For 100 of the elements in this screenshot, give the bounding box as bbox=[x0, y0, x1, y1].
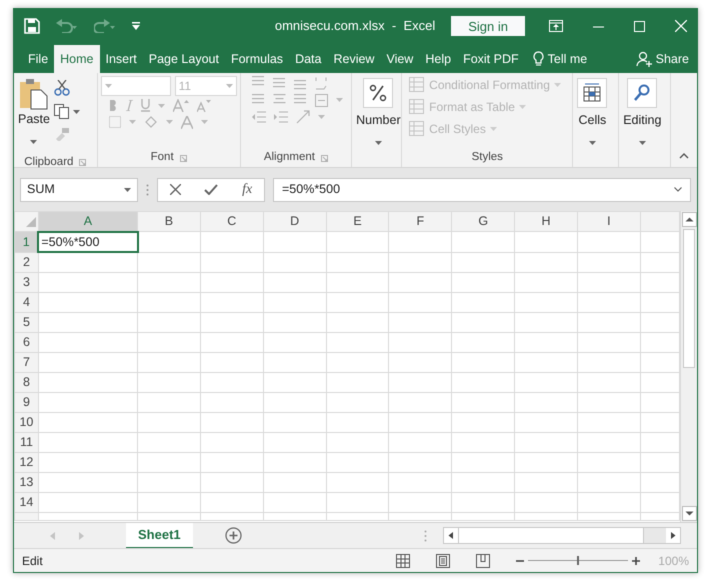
status-mode: Edit bbox=[22, 552, 43, 570]
dialog-launcher-icon[interactable] bbox=[79, 158, 86, 166]
dialog-launcher-icon[interactable] bbox=[180, 154, 187, 162]
ribbon-tab[interactable]: Review bbox=[327, 45, 380, 73]
scrollbar-thumb[interactable] bbox=[683, 229, 695, 368]
cancel-icon[interactable] bbox=[170, 184, 181, 195]
italic-icon[interactable] bbox=[126, 100, 133, 111]
new-sheet-icon[interactable] bbox=[224, 527, 242, 544]
column-header[interactable]: E bbox=[326, 212, 389, 232]
scroll-down-icon[interactable] bbox=[681, 505, 697, 522]
row-header[interactable]: 7 bbox=[14, 352, 38, 372]
drag-handle-icon[interactable] bbox=[424, 530, 427, 542]
sign-in-button[interactable]: Sign in bbox=[451, 16, 525, 36]
caret-icon bbox=[490, 127, 497, 131]
ribbon-tab[interactable]: Page Layout bbox=[142, 45, 225, 73]
table-icon bbox=[582, 83, 602, 103]
column-header[interactable]: A bbox=[38, 212, 138, 232]
row-header[interactable]: 10 bbox=[14, 412, 38, 432]
close-icon[interactable] bbox=[675, 20, 687, 32]
horizontal-scrollbar[interactable] bbox=[443, 527, 681, 544]
row-header[interactable]: 4 bbox=[14, 292, 38, 312]
column-header[interactable]: G bbox=[452, 212, 515, 232]
cells-button[interactable]: Cells bbox=[576, 76, 608, 154]
row-header[interactable]: 8 bbox=[14, 372, 38, 392]
ribbon-display-icon[interactable] bbox=[549, 20, 563, 32]
formula-field[interactable]: =50%*500 bbox=[273, 178, 691, 202]
column-header[interactable]: D bbox=[263, 212, 326, 232]
caret-icon bbox=[336, 98, 343, 102]
insert-function-button[interactable]: fx bbox=[242, 179, 252, 200]
caret-icon bbox=[124, 188, 131, 192]
customize-icon[interactable] bbox=[132, 22, 140, 30]
zoom-in-icon[interactable] bbox=[632, 556, 640, 564]
slider-thumb[interactable] bbox=[577, 556, 580, 565]
caret-icon bbox=[554, 83, 561, 87]
page-break-view-icon[interactable] bbox=[476, 554, 490, 568]
window-title: omnisecu.com.xlsx - Excel bbox=[274, 17, 436, 36]
scroll-up-icon[interactable] bbox=[681, 211, 697, 228]
maximize-icon[interactable] bbox=[634, 20, 645, 32]
select-all-icon[interactable] bbox=[26, 217, 36, 228]
name-box[interactable]: SUM bbox=[20, 178, 138, 202]
number-button[interactable]: Number bbox=[355, 76, 402, 154]
column-header[interactable]: C bbox=[200, 212, 264, 232]
font-name-field[interactable] bbox=[100, 76, 171, 96]
previous-sheet-icon[interactable] bbox=[50, 532, 55, 540]
paste-button[interactable]: Paste bbox=[17, 76, 51, 154]
table-cell[interactable]: =50%*500 bbox=[38, 232, 138, 252]
ribbon-tab[interactable]: Help bbox=[419, 45, 458, 73]
bold-icon[interactable] bbox=[108, 100, 118, 111]
scroll-right-icon[interactable] bbox=[666, 528, 680, 543]
table-style-icon bbox=[409, 121, 426, 137]
scissors-icon[interactable] bbox=[54, 80, 70, 96]
row-header[interactable]: 3 bbox=[14, 272, 38, 292]
ribbon-tab[interactable]: Home bbox=[54, 45, 100, 73]
checkmark-icon[interactable] bbox=[204, 184, 218, 195]
grow-font-icon[interactable] bbox=[172, 99, 189, 112]
copy-icon[interactable] bbox=[54, 104, 69, 119]
ribbon-tab[interactable]: Insert bbox=[100, 45, 143, 73]
row-header[interactable]: 11 bbox=[14, 432, 38, 452]
next-sheet-icon[interactable] bbox=[79, 532, 84, 540]
table-style-icon bbox=[409, 99, 426, 115]
row-header[interactable]: 5 bbox=[14, 312, 38, 332]
expand-icon[interactable] bbox=[674, 187, 682, 192]
borders-icon[interactable] bbox=[108, 116, 121, 128]
row-header[interactable]: 13 bbox=[14, 472, 38, 492]
share-button[interactable]: Share bbox=[656, 50, 689, 68]
group-label: Clipboard bbox=[24, 154, 74, 170]
row-header[interactable]: 14 bbox=[14, 492, 38, 512]
format-painter-icon[interactable] bbox=[54, 127, 70, 141]
column-header[interactable]: B bbox=[138, 212, 200, 232]
tell-me-search[interactable]: Tell me bbox=[548, 50, 588, 68]
page-layout-view-icon[interactable] bbox=[436, 554, 450, 568]
clipboard-icon bbox=[18, 78, 49, 110]
row-header[interactable]: 6 bbox=[14, 332, 38, 352]
column-header[interactable]: F bbox=[388, 212, 452, 232]
scrollbar-thumb[interactable] bbox=[458, 528, 644, 543]
table-style-icon bbox=[409, 77, 426, 93]
save-icon[interactable] bbox=[24, 18, 40, 34]
caret-icon bbox=[518, 105, 526, 109]
editing-button[interactable]: Editing bbox=[622, 76, 662, 154]
sheet-tab[interactable]: Sheet1 bbox=[126, 522, 193, 548]
ribbon-tab[interactable]: Foxit PDF bbox=[457, 45, 525, 73]
normal-view-icon[interactable] bbox=[396, 554, 410, 568]
row-header[interactable]: 2 bbox=[14, 252, 38, 272]
scroll-left-icon[interactable] bbox=[444, 528, 458, 543]
shrink-font-icon[interactable] bbox=[196, 99, 211, 112]
column-header[interactable]: I bbox=[578, 212, 640, 232]
ribbon-tab[interactable]: File bbox=[22, 45, 54, 73]
row-header[interactable]: 1 bbox=[14, 232, 38, 252]
drag-handle-icon[interactable] bbox=[146, 184, 149, 196]
underline-icon[interactable] bbox=[140, 99, 150, 112]
column-header[interactable]: H bbox=[514, 212, 578, 232]
font-color-icon[interactable] bbox=[180, 116, 193, 128]
collapse-ribbon-icon[interactable] bbox=[679, 153, 689, 159]
ribbon-tab[interactable]: Data bbox=[289, 45, 328, 73]
row-header[interactable]: 9 bbox=[14, 392, 38, 412]
ribbon-tab[interactable]: Formulas bbox=[224, 45, 290, 73]
row-header[interactable]: 12 bbox=[14, 452, 38, 472]
fill-color-icon[interactable] bbox=[144, 115, 158, 129]
ribbon-tab[interactable]: View bbox=[380, 45, 420, 73]
caret-icon bbox=[588, 141, 596, 146]
